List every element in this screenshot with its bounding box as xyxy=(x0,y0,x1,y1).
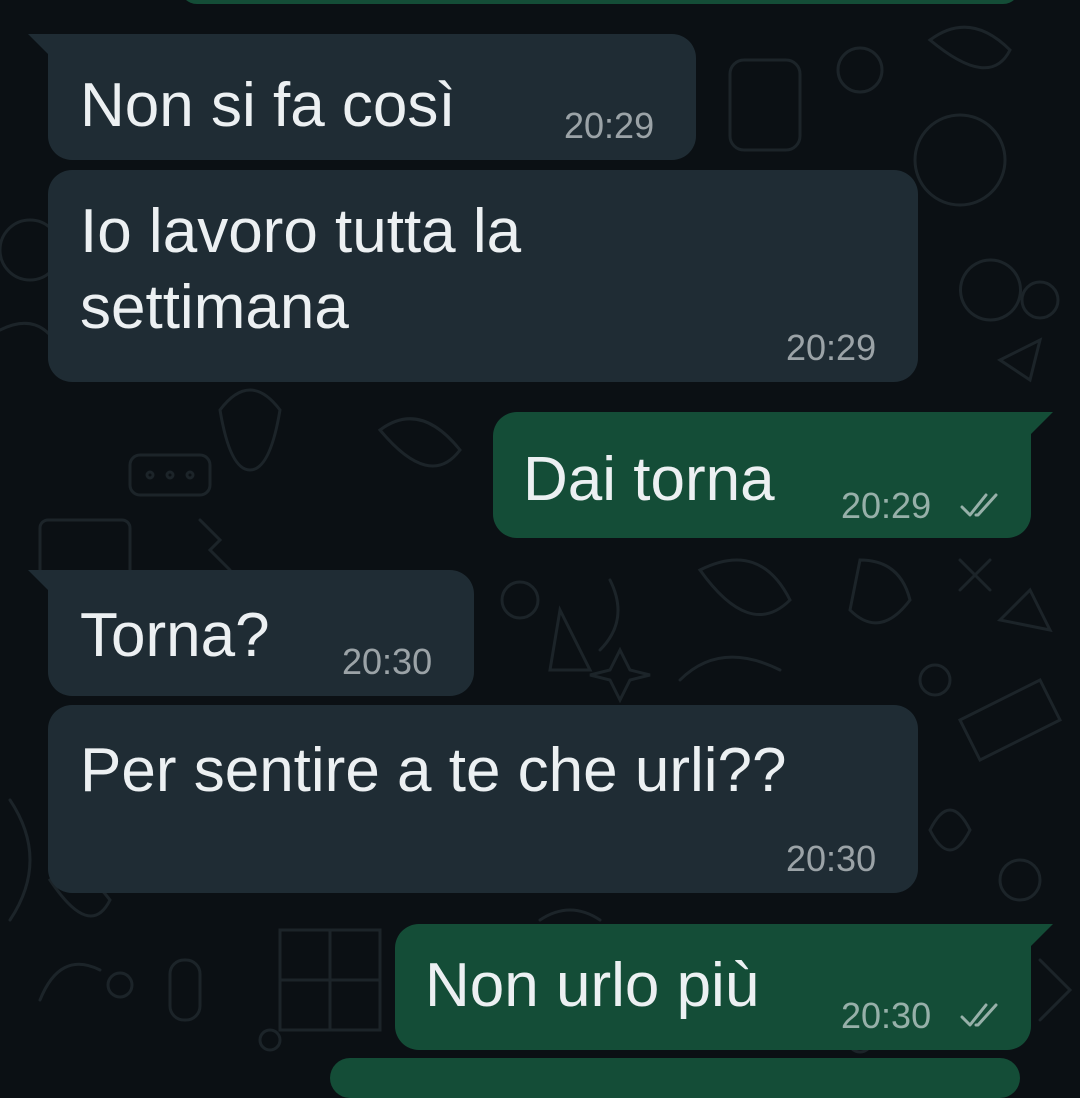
outgoing-message-bubble-partial[interactable] xyxy=(330,1058,1020,1098)
bubble-tail xyxy=(28,34,50,56)
message-text: Per sentire a te che urli?? xyxy=(80,736,787,805)
bubble-tail xyxy=(1031,412,1053,434)
incoming-message-bubble[interactable]: Io lavoro tutta la settimana 20:29 xyxy=(48,170,918,382)
double-check-icon xyxy=(960,1003,998,1027)
incoming-message-bubble[interactable]: Torna? 20:30 xyxy=(48,570,474,696)
message-text: Non urlo più xyxy=(425,951,760,1020)
outgoing-message-bubble-partial[interactable] xyxy=(180,0,1020,4)
double-check-icon xyxy=(960,493,998,517)
outgoing-message-bubble[interactable]: Non urlo più 20:30 xyxy=(395,924,1031,1050)
bubble-tail xyxy=(1031,924,1053,946)
incoming-message-bubble[interactable]: Per sentire a te che urli?? 20:30 xyxy=(48,705,918,893)
message-timestamp: 20:30 xyxy=(841,995,932,1036)
outgoing-message-bubble[interactable]: Dai torna 20:29 xyxy=(493,412,1031,538)
message-text: Dai torna xyxy=(523,445,775,514)
message-text: Io lavoro tutta la settimana xyxy=(80,197,522,342)
incoming-message-bubble[interactable]: Non si fa così 20:29 xyxy=(48,34,696,160)
message-timestamp: 20:30 xyxy=(342,641,433,682)
bubble-tail xyxy=(28,570,50,592)
message-text: Torna? xyxy=(80,601,270,670)
message-timestamp: 20:29 xyxy=(564,105,655,146)
message-timestamp: 20:30 xyxy=(786,838,877,879)
message-text: Non si fa così xyxy=(80,71,456,140)
message-timestamp: 20:29 xyxy=(841,485,932,526)
message-timestamp: 20:29 xyxy=(786,327,877,368)
